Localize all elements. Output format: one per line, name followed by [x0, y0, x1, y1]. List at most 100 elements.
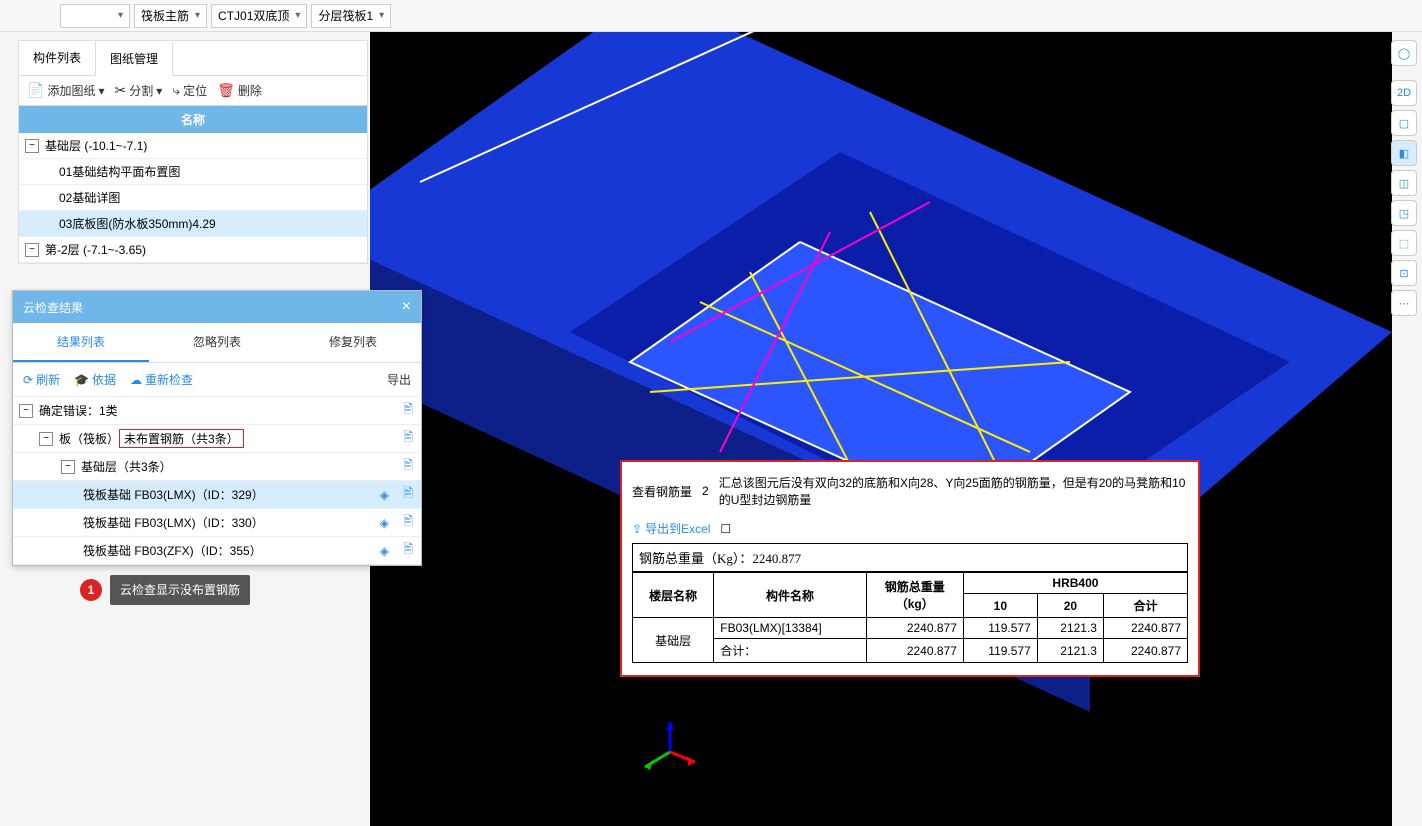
drawing-toolbar: 📄添加图纸 ▾ ✂分割 ▾ ⤷定位 🗑删除	[19, 76, 367, 106]
highlight-box: 未布置钢筋（共3条）	[119, 429, 244, 448]
locate-button[interactable]: ⤷定位	[172, 82, 207, 99]
checkbox[interactable]: ☐	[720, 522, 731, 536]
recheck-button[interactable]: ☁重新检查	[130, 371, 193, 388]
export-row-icon[interactable]: 🖹	[403, 428, 413, 449]
combo-2[interactable]: 筏板主筋▾	[134, 4, 207, 28]
cloud-title-text: 云检查结果	[23, 299, 83, 316]
cloud-toolbar: ⟳刷新 🎓依据 ☁重新检查 导出	[13, 363, 421, 397]
export-row-icon[interactable]: 🖹	[403, 400, 413, 421]
ct-row-floor[interactable]: −基础层（共3条）🖹	[13, 453, 421, 481]
cloud-check-panel: 云检查结果 × 结果列表 忽略列表 修复列表 ⟳刷新 🎓依据 ☁重新检查 导出 …	[12, 290, 422, 566]
export-button[interactable]: 导出	[387, 371, 411, 388]
view-cube-icon[interactable]: ▢	[1391, 110, 1417, 136]
steel-table: 楼层名称 构件名称 钢筋总重量 （kg） HRB400 10 20 合计 基础层…	[632, 572, 1188, 663]
collapse-icon[interactable]: −	[39, 432, 53, 446]
ct-row-category[interactable]: −板（筏板）未布置钢筋（共3条）🖹	[13, 425, 421, 453]
export-row-icon[interactable]: 🖹	[403, 484, 413, 505]
model-svg	[370, 32, 1392, 826]
view-wire-icon[interactable]: ⬚	[1391, 230, 1417, 256]
tree-group-level-2[interactable]: −第-2层 (-7.1~-3.65)	[19, 237, 367, 263]
view-more-icon[interactable]: ⋯	[1391, 290, 1417, 316]
tree-item[interactable]: 03底板图(防水板350mm)4.29	[19, 211, 367, 237]
steel-toolbar: ⇪导出到Excel ☐	[632, 516, 1188, 543]
export-row-icon[interactable]: 🖹	[403, 512, 413, 533]
locate-icon[interactable]: ◈	[380, 516, 389, 530]
export-excel-button[interactable]: ⇪导出到Excel	[632, 520, 710, 537]
add-drawing-button[interactable]: 📄添加图纸 ▾	[27, 82, 104, 99]
locate-icon[interactable]: ◈	[380, 544, 389, 558]
drawing-tree: −基础层 (-10.1~-7.1) 01基础结构平面布置图 02基础详图 03底…	[19, 133, 367, 263]
tab-drawing-manage[interactable]: 图纸管理	[96, 42, 173, 76]
locate-icon: ⤷	[172, 82, 180, 99]
view-cube-edge-icon[interactable]: ◫	[1391, 170, 1417, 196]
export-row-icon[interactable]: 🖹	[403, 540, 413, 561]
close-icon[interactable]: ×	[402, 298, 411, 316]
cloud-tab-fixed[interactable]: 修复列表	[285, 323, 421, 362]
annotation-badge-1: 1	[80, 579, 102, 601]
view-cube-solid-icon[interactable]: ◧	[1391, 140, 1417, 166]
trash-icon: 🗑	[217, 82, 235, 99]
tree-item[interactable]: 02基础详图	[19, 185, 367, 211]
refresh-button[interactable]: ⟳刷新	[23, 371, 60, 388]
chevron-down-icon: ▾	[295, 10, 300, 21]
th-component: 构件名称	[714, 573, 866, 618]
page-add-icon: 📄	[27, 82, 44, 99]
scissors-icon: ✂	[114, 82, 126, 99]
combo-4[interactable]: 分层筏板1▾	[311, 4, 391, 28]
locate-icon[interactable]: ◈	[380, 488, 389, 502]
cloud-title-bar: 云检查结果 ×	[13, 291, 421, 323]
chevron-down-icon: ▾	[379, 10, 384, 21]
th-group: HRB400	[963, 573, 1187, 594]
steel-popup-title: 查看钢筋量	[632, 483, 692, 500]
collapse-icon[interactable]: −	[25, 139, 39, 153]
column-header-name: 名称	[19, 106, 367, 133]
view-2d-button[interactable]: 2D	[1391, 80, 1417, 106]
annotation-badge-2: 2	[702, 484, 709, 498]
collapse-icon[interactable]: −	[25, 243, 39, 257]
collapse-icon[interactable]: −	[61, 460, 75, 474]
steel-total-weight: 钢筋总重量（Kg）：2240.877	[632, 543, 1188, 572]
th-sum: 合计	[1103, 594, 1187, 618]
refresh-icon: ⟳	[23, 373, 33, 387]
tree-group-foundation[interactable]: −基础层 (-10.1~-7.1)	[19, 133, 367, 159]
cloud-tabs: 结果列表 忽略列表 修复列表	[13, 323, 421, 363]
ct-row-item[interactable]: 筏板基础 FB03(ZFX)（ID：355）◈🖹	[13, 537, 421, 565]
delete-button[interactable]: 🗑删除	[217, 82, 262, 99]
3d-viewport[interactable]	[370, 32, 1392, 826]
chevron-down-icon: ▾	[195, 10, 200, 21]
view-cube-face-icon[interactable]: ◳	[1391, 200, 1417, 226]
tree-item[interactable]: 01基础结构平面布置图	[19, 159, 367, 185]
export-icon: ⇪	[632, 522, 642, 536]
view-iso-icon[interactable]: ⊡	[1391, 260, 1417, 286]
chevron-down-icon: ▾	[98, 84, 104, 98]
ct-row-root[interactable]: −确定错误：1类🖹	[13, 397, 421, 425]
split-button[interactable]: ✂分割 ▾	[114, 82, 162, 99]
panel-tabs: 构件列表 图纸管理	[19, 41, 367, 76]
drawing-panel: 构件列表 图纸管理 📄添加图纸 ▾ ✂分割 ▾ ⤷定位 🗑删除 名称 −基础层 …	[18, 40, 368, 264]
cloud-result-tree: −确定错误：1类🖹 −板（筏板）未布置钢筋（共3条）🖹 −基础层（共3条）🖹 筏…	[13, 397, 421, 565]
right-view-toolbar: ◯ 2D ▢ ◧ ◫ ◳ ⬚ ⊡ ⋯	[1390, 40, 1418, 316]
cloud-tab-ignored[interactable]: 忽略列表	[149, 323, 285, 362]
th-weight: 钢筋总重量 （kg）	[866, 573, 963, 618]
export-row-icon[interactable]: 🖹	[403, 456, 413, 477]
ct-row-item[interactable]: 筏板基础 FB03(LMX)（ID：330）◈🖹	[13, 509, 421, 537]
cloud-icon: ☁	[130, 373, 142, 387]
chevron-down-icon: ▾	[118, 10, 123, 21]
annotation-text-1: 云检查显示没布置钢筋	[110, 575, 250, 605]
combo-1[interactable]: ▾	[60, 4, 130, 28]
th-floor: 楼层名称	[633, 573, 714, 618]
combo-3[interactable]: CTJ01双底顶▾	[211, 4, 307, 28]
annotation-text-2: 汇总该图元后没有双向32的底筋和X向28、Y向25面筋的钢筋量，但是有20的马凳…	[719, 474, 1188, 508]
ct-row-item[interactable]: 筏板基础 FB03(LMX)（ID：329）◈🖹	[13, 481, 421, 509]
top-toolbar: ▾ 筏板主筋▾ CTJ01双底顶▾ 分层筏板1▾	[0, 0, 1422, 32]
basis-button[interactable]: 🎓依据	[74, 371, 116, 388]
table-row: 合计： 2240.877 119.577 2121.3 2240.877	[633, 639, 1188, 663]
annotation-1: 1 云检查显示没布置钢筋	[80, 575, 250, 605]
hat-icon: 🎓	[74, 373, 89, 387]
th-20: 20	[1037, 594, 1103, 618]
tab-component-list[interactable]: 构件列表	[19, 41, 96, 75]
steel-quantity-popup: 查看钢筋量 2 汇总该图元后没有双向32的底筋和X向28、Y向25面筋的钢筋量，…	[620, 460, 1200, 677]
view-mode-icon[interactable]: ◯	[1391, 40, 1417, 66]
collapse-icon[interactable]: −	[19, 404, 33, 418]
cloud-tab-results[interactable]: 结果列表	[13, 323, 149, 362]
